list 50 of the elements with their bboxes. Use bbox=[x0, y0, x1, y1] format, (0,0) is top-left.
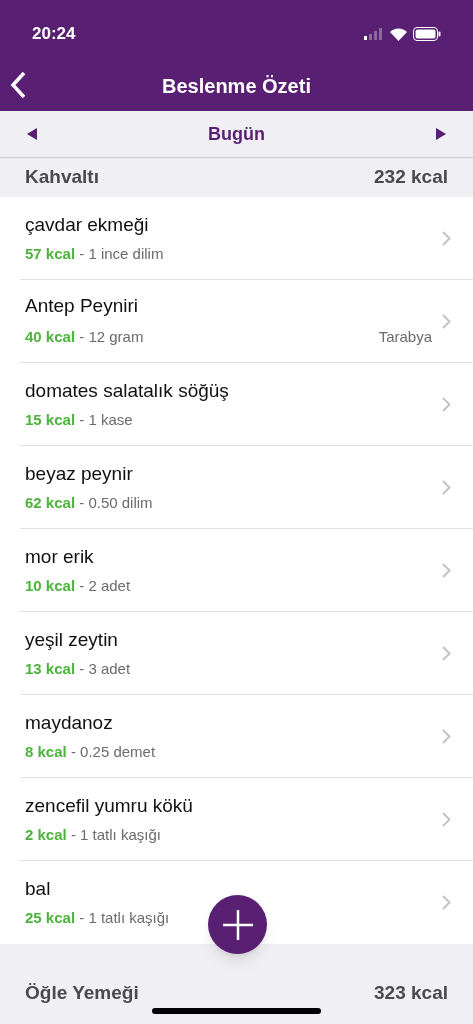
chevron-right-icon bbox=[442, 397, 451, 412]
status-time: 20:24 bbox=[32, 23, 76, 46]
chevron-right-icon bbox=[442, 314, 451, 329]
chevron-right-icon bbox=[442, 480, 451, 495]
next-day-button[interactable] bbox=[435, 127, 447, 141]
food-item[interactable]: domates salatalık söğüş 15 kcal - 1 kase bbox=[0, 363, 473, 446]
chevron-right-icon bbox=[442, 646, 451, 661]
signal-icon bbox=[364, 28, 384, 40]
food-detail: 25 kcal - 1 tatlı kaşığı bbox=[25, 909, 170, 927]
meal-title: Öğle Yemeği bbox=[25, 981, 139, 1006]
food-name: bal bbox=[25, 878, 52, 900]
food-detail: 40 kcal - 12 gram bbox=[25, 328, 144, 346]
food-item[interactable]: yeşil zeytin 13 kcal - 3 adet bbox=[0, 612, 473, 695]
food-detail: 8 kcal - 0.25 demet bbox=[25, 743, 156, 761]
food-name: mor erik bbox=[25, 546, 95, 568]
food-name: zencefil yumru kökü bbox=[25, 795, 194, 817]
food-item[interactable]: bal 25 kcal - 1 tatlı kaşığı bbox=[0, 861, 473, 944]
meal-total: 323 kcal bbox=[374, 981, 448, 1006]
food-item[interactable]: Antep Peyniri 40 kcal - 12 gram Tarabya bbox=[0, 280, 473, 363]
food-detail: 2 kcal - 1 tatlı kaşığı bbox=[25, 826, 161, 844]
food-brand: Tarabya bbox=[378, 326, 432, 347]
wifi-icon bbox=[390, 27, 407, 41]
food-name: domates salatalık söğüş bbox=[25, 380, 230, 402]
food-item[interactable]: çavdar ekmeği 57 kcal - 1 ince dilim bbox=[0, 197, 473, 280]
food-detail: 62 kcal - 0.50 dilim bbox=[25, 494, 153, 512]
plus-icon bbox=[222, 909, 253, 940]
food-detail: 15 kcal - 1 kase bbox=[25, 411, 133, 429]
food-detail: 57 kcal - 1 ince dilim bbox=[25, 245, 164, 263]
battery-icon bbox=[413, 27, 441, 41]
chevron-right-icon bbox=[442, 231, 451, 246]
meal-total: 232 kcal bbox=[374, 165, 448, 190]
food-name: maydanoz bbox=[25, 712, 114, 734]
food-item[interactable]: beyaz peynir 62 kcal - 0.50 dilim bbox=[0, 446, 473, 529]
food-name: beyaz peynir bbox=[25, 463, 134, 485]
date-label: Bugün bbox=[208, 122, 265, 146]
food-item[interactable]: maydanoz 8 kcal - 0.25 demet bbox=[0, 695, 473, 778]
food-item[interactable]: mor erik 10 kcal - 2 adet bbox=[0, 529, 473, 612]
food-detail: 10 kcal - 2 adet bbox=[25, 577, 131, 595]
chevron-right-icon bbox=[442, 895, 451, 910]
meal-title: Kahvaltı bbox=[25, 165, 99, 190]
nav-title: Beslenme Özeti bbox=[162, 73, 311, 99]
previous-day-button[interactable] bbox=[26, 127, 38, 141]
food-detail: 13 kcal - 3 adet bbox=[25, 660, 131, 678]
food-item[interactable]: zencefil yumru kökü 2 kcal - 1 tatlı kaşığı bbox=[0, 778, 473, 861]
chevron-right-icon bbox=[442, 729, 451, 744]
food-name: Antep Peyniri bbox=[25, 294, 139, 317]
chevron-right-icon bbox=[442, 563, 451, 578]
food-name: çavdar ekmeği bbox=[25, 214, 150, 236]
food-name: yeşil zeytin bbox=[25, 629, 119, 651]
chevron-right-icon bbox=[442, 812, 451, 827]
